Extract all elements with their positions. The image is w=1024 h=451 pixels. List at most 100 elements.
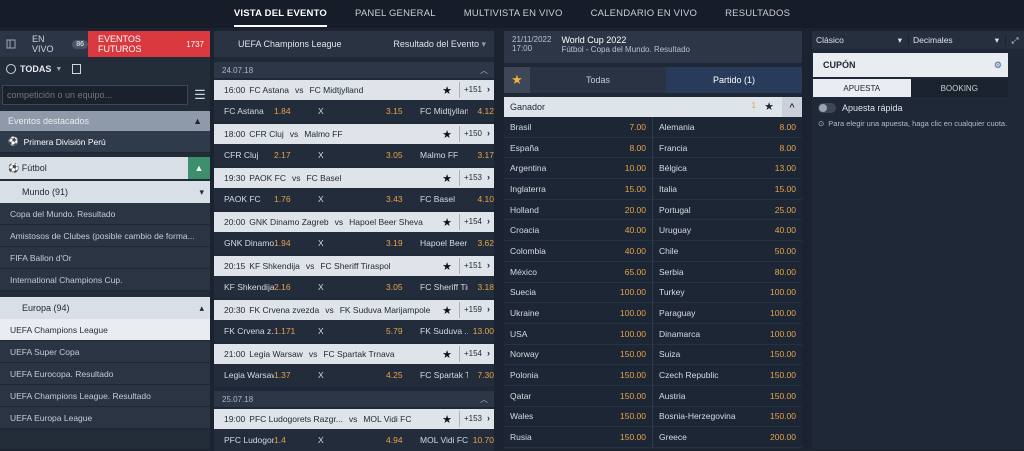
chevron-up-icon[interactable]: ▲	[188, 157, 210, 179]
chevron-right-icon[interactable]: ›	[487, 216, 490, 226]
match-header[interactable]: 20:30 FK Crvena zvezda vs FK Suduva Marijam…	[214, 300, 494, 320]
star-icon[interactable]: ★	[764, 100, 774, 113]
expand-icon[interactable]: ⤢	[1006, 35, 1024, 46]
outcome-cell[interactable]: Croacia 40.00	[504, 220, 653, 242]
outcome-odd[interactable]: 100.00	[620, 308, 646, 318]
away-odd[interactable]: 3.17	[468, 150, 494, 160]
star-icon[interactable]: ★	[442, 260, 452, 273]
home-odd[interactable]: 2.16	[274, 282, 314, 292]
odds-style-select[interactable]: Clásico ▾	[812, 34, 909, 46]
away-odd[interactable]: 4.12	[468, 106, 494, 116]
away-odd[interactable]: 13.00	[468, 326, 494, 336]
league-item[interactable]: FIFA Ballon d'Or	[0, 247, 210, 269]
tab-booking[interactable]: BOOKING	[910, 79, 1008, 97]
outcome-cell[interactable]: Polonia 150.00	[504, 365, 653, 386]
outcome-cell[interactable]: Alemania 8.00	[653, 117, 802, 138]
chevron-right-icon[interactable]: ›	[487, 260, 490, 270]
calendar-icon[interactable]	[72, 64, 82, 74]
outcome-cell[interactable]: Wales 150.00	[504, 406, 653, 428]
outcome-odd[interactable]: 10.00	[625, 163, 646, 173]
draw-odd[interactable]: 3.43	[386, 194, 408, 204]
outcome-odd[interactable]: 40.00	[775, 225, 796, 235]
away-odd[interactable]: 4.10	[468, 194, 494, 204]
outcome-odd[interactable]: 100.00	[620, 287, 646, 297]
more-markets-count[interactable]: +151	[464, 261, 482, 270]
featured-item[interactable]: ⚽ Primera División Perú	[0, 131, 210, 153]
chevron-right-icon[interactable]: ›	[487, 348, 490, 358]
outcome-odd[interactable]: 100.00	[770, 287, 796, 297]
tab-apuesta[interactable]: APUESTA	[813, 79, 911, 97]
match-header[interactable]: 20:00 GNK Dinamo Zagreb vs Hapoel Beer Shev…	[214, 212, 494, 232]
outcome-cell[interactable]: Inglaterra 15.00	[504, 179, 653, 200]
outcome-cell[interactable]: Serbia 80.00	[653, 261, 802, 283]
match-header[interactable]: 18:00 CFR Cluj vs Malmo FF ★ +150 ›	[214, 124, 494, 144]
outcome-cell[interactable]: Italia 15.00	[653, 179, 802, 200]
outcome-odd[interactable]: 65.00	[625, 267, 646, 277]
quick-bet-toggle[interactable]	[818, 103, 836, 113]
chevron-right-icon[interactable]: ›	[487, 304, 490, 314]
featured-header[interactable]: Eventos destacados ▲	[0, 111, 210, 131]
star-icon[interactable]: ★	[442, 84, 452, 97]
outcome-cell[interactable]: Francia 8.00	[653, 137, 802, 159]
tab-todas[interactable]: Todas	[530, 67, 666, 93]
chevron-right-icon[interactable]: ›	[487, 413, 490, 423]
more-markets-count[interactable]: +153	[464, 414, 482, 423]
star-icon[interactable]: ★	[442, 216, 452, 229]
hamburger-icon[interactable]: ☰	[192, 87, 208, 103]
outcome-cell[interactable]: USA 100.00	[504, 323, 653, 345]
home-odd[interactable]: 1.84	[274, 106, 314, 116]
outcome-cell[interactable]: España 8.00	[504, 137, 653, 159]
outcome-odd[interactable]: 150.00	[620, 391, 646, 401]
chevron-up-icon[interactable]: ︿	[480, 65, 488, 76]
outcome-cell[interactable]: Rusia 150.00	[504, 427, 653, 448]
outcome-odd[interactable]: 80.00	[775, 267, 796, 277]
more-markets-count[interactable]: +151	[464, 85, 482, 94]
home-odd[interactable]: 1.37	[274, 370, 314, 380]
outcome-odd[interactable]: 40.00	[625, 246, 646, 256]
draw-odd[interactable]: 3.05	[386, 282, 408, 292]
outcome-cell[interactable]: Paraguay 100.00	[653, 303, 802, 324]
match-header[interactable]: 19:00 PFC Ludogorets Razgr... vs MOL Vidi F…	[214, 409, 494, 429]
match-header[interactable]: 21:00 Legia Warsaw vs FC Spartak Trnava ★ +15…	[214, 344, 494, 364]
draw-odd[interactable]: 5.79	[386, 326, 408, 336]
tab-calendario[interactable]: CALENDARIO EN VIVO	[577, 0, 712, 28]
star-icon[interactable]: ★	[442, 348, 452, 361]
tab-partido[interactable]: Partido (1)	[666, 67, 802, 93]
outcome-cell[interactable]: Austria 150.00	[653, 385, 802, 407]
away-odd[interactable]: 3.62	[468, 238, 494, 248]
outcome-cell[interactable]: Qatar 150.00	[504, 385, 653, 407]
outcome-odd[interactable]: 50.00	[775, 246, 796, 256]
outcome-odd[interactable]: 150.00	[770, 391, 796, 401]
outcome-odd[interactable]: 15.00	[775, 184, 796, 194]
time-filter[interactable]: TODAS ▼	[0, 57, 210, 81]
outcome-odd[interactable]: 100.00	[770, 329, 796, 339]
star-icon[interactable]: ★	[442, 413, 452, 426]
tab-vista-del-evento[interactable]: VISTA DEL EVENTO	[220, 0, 341, 28]
outcome-cell[interactable]: Portugal 25.00	[653, 199, 802, 221]
outcome-cell[interactable]: Colombia 40.00	[504, 241, 653, 262]
outcome-cell[interactable]: Turkey 100.00	[653, 282, 802, 304]
tab-panel-general[interactable]: PANEL GENERAL	[341, 0, 450, 28]
outcome-cell[interactable]: Holland 20.00	[504, 199, 653, 221]
league-item[interactable]: Amistosos de Clubes (posible cambio de f…	[0, 225, 210, 247]
outcome-cell[interactable]: Suiza 150.00	[653, 344, 802, 366]
outcome-cell[interactable]: Brasil 7.00	[504, 117, 653, 138]
outcome-cell[interactable]: Uruguay 40.00	[653, 220, 802, 242]
outcome-odd[interactable]: 40.00	[625, 225, 646, 235]
outcome-odd[interactable]: 100.00	[770, 308, 796, 318]
league-item[interactable]: UEFA Eurocopa. Resultado	[0, 363, 210, 385]
outcome-odd[interactable]: 150.00	[620, 370, 646, 380]
outcome-cell[interactable]: Norway 150.00	[504, 344, 653, 366]
live-tab[interactable]: EN VIVO 86	[22, 31, 88, 57]
sport-header[interactable]: ⚽ Fútbol ▲	[0, 157, 210, 179]
outcome-odd[interactable]: 25.00	[775, 205, 796, 215]
league-item[interactable]: UEFA Europa League	[0, 407, 210, 429]
league-item[interactable]: Copa del Mundo. Resultado	[0, 203, 210, 225]
outcome-odd[interactable]: 150.00	[620, 411, 646, 421]
outcome-odd[interactable]: 13.00	[775, 163, 796, 173]
more-markets-count[interactable]: +150	[464, 129, 482, 138]
outcome-odd[interactable]: 20.00	[625, 205, 646, 215]
menu-toggle-icon[interactable]	[0, 31, 22, 57]
outcome-odd[interactable]: 8.00	[779, 122, 796, 132]
match-header[interactable]: 19:30 PAOK FC vs FC Basel ★ +153 ›	[214, 168, 494, 188]
